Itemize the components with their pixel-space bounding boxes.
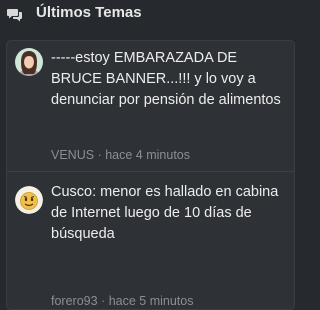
- topic-list-item[interactable]: Cusco: menor es hallado en cabina de Int…: [7, 171, 294, 309]
- section-title: Últimos Temas: [36, 4, 142, 21]
- topic-time: hace 4 minutos: [105, 148, 190, 162]
- topic-meta: VENUS · hace 4 minutos: [51, 148, 190, 162]
- meta-separator: ·: [97, 148, 102, 162]
- topic-meta: forero93 · hace 5 minutos: [51, 294, 193, 308]
- user-avatar[interactable]: [15, 186, 43, 214]
- latest-topics-list: -----estoy EMBARAZADA DE BRUCE BANNER...…: [6, 40, 295, 310]
- topic-time: hace 5 minutos: [108, 294, 194, 308]
- topic-author[interactable]: forero93: [51, 294, 98, 308]
- topic-title-link[interactable]: Cusco: menor es hallado en cabina de Int…: [51, 182, 291, 245]
- latest-topics-header: Últimos Temas: [0, 0, 300, 30]
- chat-bubbles-icon: [7, 9, 22, 22]
- topic-author[interactable]: VENUS: [51, 148, 94, 162]
- meta-separator: ·: [101, 294, 106, 308]
- user-avatar[interactable]: [15, 48, 43, 76]
- topic-title-link[interactable]: -----estoy EMBARAZADA DE BRUCE BANNER...…: [51, 48, 291, 111]
- topic-list-item[interactable]: -----estoy EMBARAZADA DE BRUCE BANNER...…: [7, 41, 294, 171]
